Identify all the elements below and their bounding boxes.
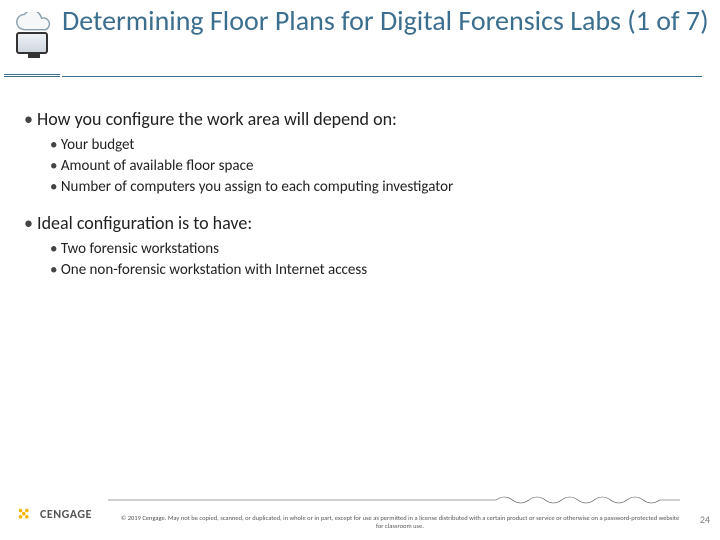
list-item: Two forensic workstations — [50, 240, 696, 258]
title-underline — [62, 76, 702, 77]
list-item: How you configure the work area will dep… — [24, 108, 696, 130]
cloud-icon — [13, 12, 51, 34]
content-body: How you configure the work area will dep… — [24, 108, 696, 295]
copyright-text: © 2019 Cengage. May not be copied, scann… — [120, 515, 680, 530]
list-item: One non-forensic workstation with Intern… — [50, 261, 696, 279]
brand: CENGAGE — [16, 506, 92, 524]
cloud-monitor-icon — [10, 12, 54, 56]
list-item: Your budget — [50, 136, 696, 154]
list-item: Amount of available floor space — [50, 157, 696, 175]
cengage-mark-icon — [16, 506, 34, 524]
sub-list: Two forensic workstations One non-forens… — [50, 240, 696, 279]
brand-text: CENGAGE — [40, 508, 92, 522]
monitor-icon — [16, 32, 48, 54]
sub-list: Your budget Amount of available floor sp… — [50, 136, 696, 196]
footer-rule — [108, 495, 680, 496]
wavy-line-icon — [108, 491, 680, 501]
page-title: Determining Floor Plans for Digital Fore… — [62, 4, 710, 37]
slide: Determining Floor Plans for Digital Fore… — [0, 0, 720, 540]
list-item: Ideal configuration is to have: — [24, 212, 696, 234]
page-number: 24 — [700, 513, 710, 526]
bullet-list: How you configure the work area will dep… — [24, 108, 696, 279]
list-item: Number of computers you assign to each c… — [50, 178, 696, 196]
